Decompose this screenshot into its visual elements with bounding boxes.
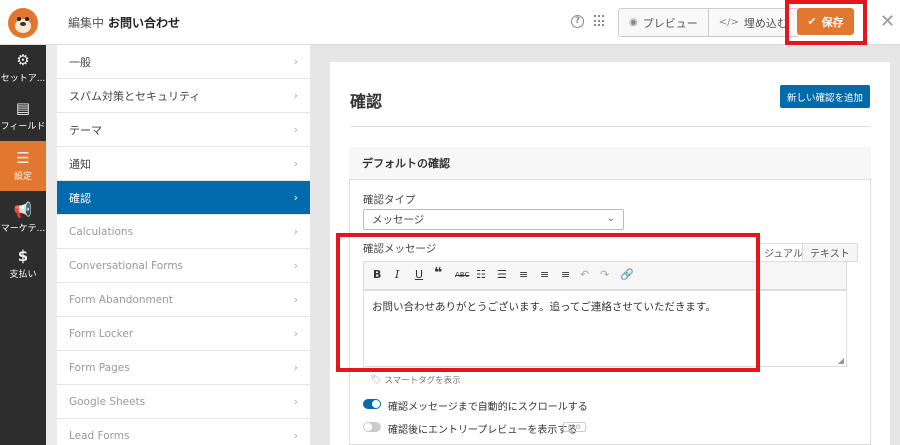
grid-dots-icon[interactable] <box>594 15 606 27</box>
menu-item-label: スパム対策とセキュリティ <box>69 89 201 103</box>
rail-item-fields[interactable]: ▤ フィールド <box>0 93 46 139</box>
embed-label: 埋め込む <box>743 16 788 30</box>
close-icon[interactable]: ✕ <box>880 11 895 32</box>
confirmation-type-label: 確認タイプ <box>363 194 416 206</box>
preview-button[interactable]: ◉ プレビュー <box>619 9 708 36</box>
chevron-right-icon: › <box>293 361 298 374</box>
menu-item-label: 一般 <box>69 55 91 69</box>
rail-label: マーケテ... <box>0 224 46 234</box>
tag-icon: 🏷 <box>370 375 382 385</box>
menu-item-label: テーマ <box>69 123 102 137</box>
fields-icon: ▤ <box>15 99 31 117</box>
chevron-right-icon: › <box>293 157 298 170</box>
menu-item-label: Calculations <box>69 225 134 238</box>
eye-icon: ◉ <box>629 17 638 28</box>
top-bar: 編集中 お問い合わせ ? ◉ プレビュー </> 埋め込む ✔ 保存 ✕ <box>0 0 900 45</box>
rail-item-payments[interactable]: $ 支払い <box>0 241 46 287</box>
chevron-down-icon: ⌄ <box>606 213 615 224</box>
chevron-right-icon: › <box>293 259 298 272</box>
menu-item-form-locker[interactable]: Form Locker › <box>57 317 310 351</box>
page-title: 確認 <box>350 92 383 111</box>
highlight-message-area <box>336 233 760 372</box>
menu-item-notifications[interactable]: 通知 › <box>57 147 310 181</box>
menu-item-label: Google Sheets <box>69 395 146 408</box>
header-button-group: ◉ プレビュー </> 埋め込む <box>618 8 799 37</box>
menu-item-label: Form Pages <box>69 361 130 374</box>
chevron-right-icon: › <box>293 89 298 102</box>
menu-item-form-pages[interactable]: Form Pages › <box>57 351 310 385</box>
divider <box>46 45 57 445</box>
help-icon[interactable]: ? <box>571 15 584 28</box>
menu-item-spam[interactable]: スパム対策とセキュリティ › <box>57 79 310 113</box>
menu-item-form-abandonment[interactable]: Form Abandonment › <box>57 283 310 317</box>
megaphone-icon: 📢 <box>13 201 33 219</box>
menu-item-label: 確認 <box>69 191 91 205</box>
settings-menu: 一般 › スパム対策とセキュリティ › テーマ › 通知 › 確認 › Calculati… <box>57 45 310 445</box>
add-confirmation-button[interactable]: 新しい確認を追加 <box>780 85 870 108</box>
editing-title: 編集中 お問い合わせ <box>68 14 180 31</box>
menu-item-calculations[interactable]: Calculations › <box>57 215 310 249</box>
chevron-right-icon: › <box>293 395 298 408</box>
chevron-right-icon: › <box>293 123 298 136</box>
menu-item-label: 通知 <box>69 157 91 171</box>
rail-item-settings[interactable]: ☰ 設定 <box>0 141 46 191</box>
menu-item-theme[interactable]: テーマ › <box>57 113 310 147</box>
rail-item-marketing[interactable]: 📢 マーケテ... <box>0 195 46 241</box>
preview-label: プレビュー <box>642 16 698 30</box>
smart-tags-label: スマートタグを表示 <box>384 376 461 386</box>
menu-item-label: Form Abandonment <box>69 293 173 306</box>
chevron-right-icon: › <box>293 429 298 442</box>
editing-prefix: 編集中 <box>68 16 105 30</box>
menu-item-google-sheets[interactable]: Google Sheets › <box>57 385 310 419</box>
pro-badge: PRO <box>563 422 586 432</box>
gear-icon: ⚙ <box>16 51 30 69</box>
menu-item-label: Lead Forms <box>69 429 130 442</box>
confirmation-box-title[interactable]: デフォルトの確認 <box>349 147 871 180</box>
form-name: お問い合わせ <box>108 16 181 30</box>
scroll-toggle[interactable] <box>363 399 381 409</box>
menu-item-confirmations[interactable]: 確認 › <box>57 181 310 215</box>
select-value: メッセージ <box>372 214 425 226</box>
rail-label: セットア... <box>0 74 46 84</box>
rail-label: フィールド <box>0 122 46 132</box>
menu-item-lead-forms[interactable]: Lead Forms › <box>57 419 310 445</box>
resize-handle-icon[interactable]: ◢ <box>838 356 844 365</box>
dollar-icon: $ <box>17 247 29 265</box>
sliders-icon: ☰ <box>16 149 30 167</box>
wpforms-logo <box>0 0 46 45</box>
chevron-right-icon: › <box>293 191 298 204</box>
menu-item-general[interactable]: 一般 › <box>57 45 310 79</box>
smart-tags-link[interactable]: 🏷 スマートタグを表示 <box>370 374 461 386</box>
rail-label: 設定 <box>13 172 32 182</box>
chevron-right-icon: › <box>293 327 298 340</box>
chevron-right-icon: › <box>293 55 298 68</box>
confirmation-type-select[interactable]: メッセージ ⌄ <box>363 209 624 230</box>
highlight-save-button <box>785 0 867 45</box>
scroll-toggle-label: 確認メッセージまで自動的にスクロールする <box>388 402 588 413</box>
rail-label: 支払い <box>9 270 37 280</box>
entry-preview-toggle[interactable] <box>363 422 381 432</box>
menu-item-conversational-forms[interactable]: Conversational Forms › <box>57 249 310 283</box>
tab-text[interactable]: テキスト <box>802 243 858 262</box>
menu-item-label: Form Locker <box>69 327 134 340</box>
code-icon: </> <box>718 17 739 28</box>
chevron-right-icon: › <box>293 293 298 306</box>
menu-item-label: Conversational Forms <box>69 259 184 272</box>
divider <box>350 126 870 127</box>
bear-logo-icon <box>8 7 38 38</box>
rail-item-setup[interactable]: ⚙ セットア... <box>0 45 46 91</box>
entry-preview-toggle-label: 確認後にエントリープレビューを表示する <box>388 425 578 436</box>
chevron-right-icon: › <box>293 225 298 238</box>
builder-rail: ⚙ セットア... ▤ フィールド ☰ 設定 📢 マーケテ... $ 支払い <box>0 45 46 445</box>
